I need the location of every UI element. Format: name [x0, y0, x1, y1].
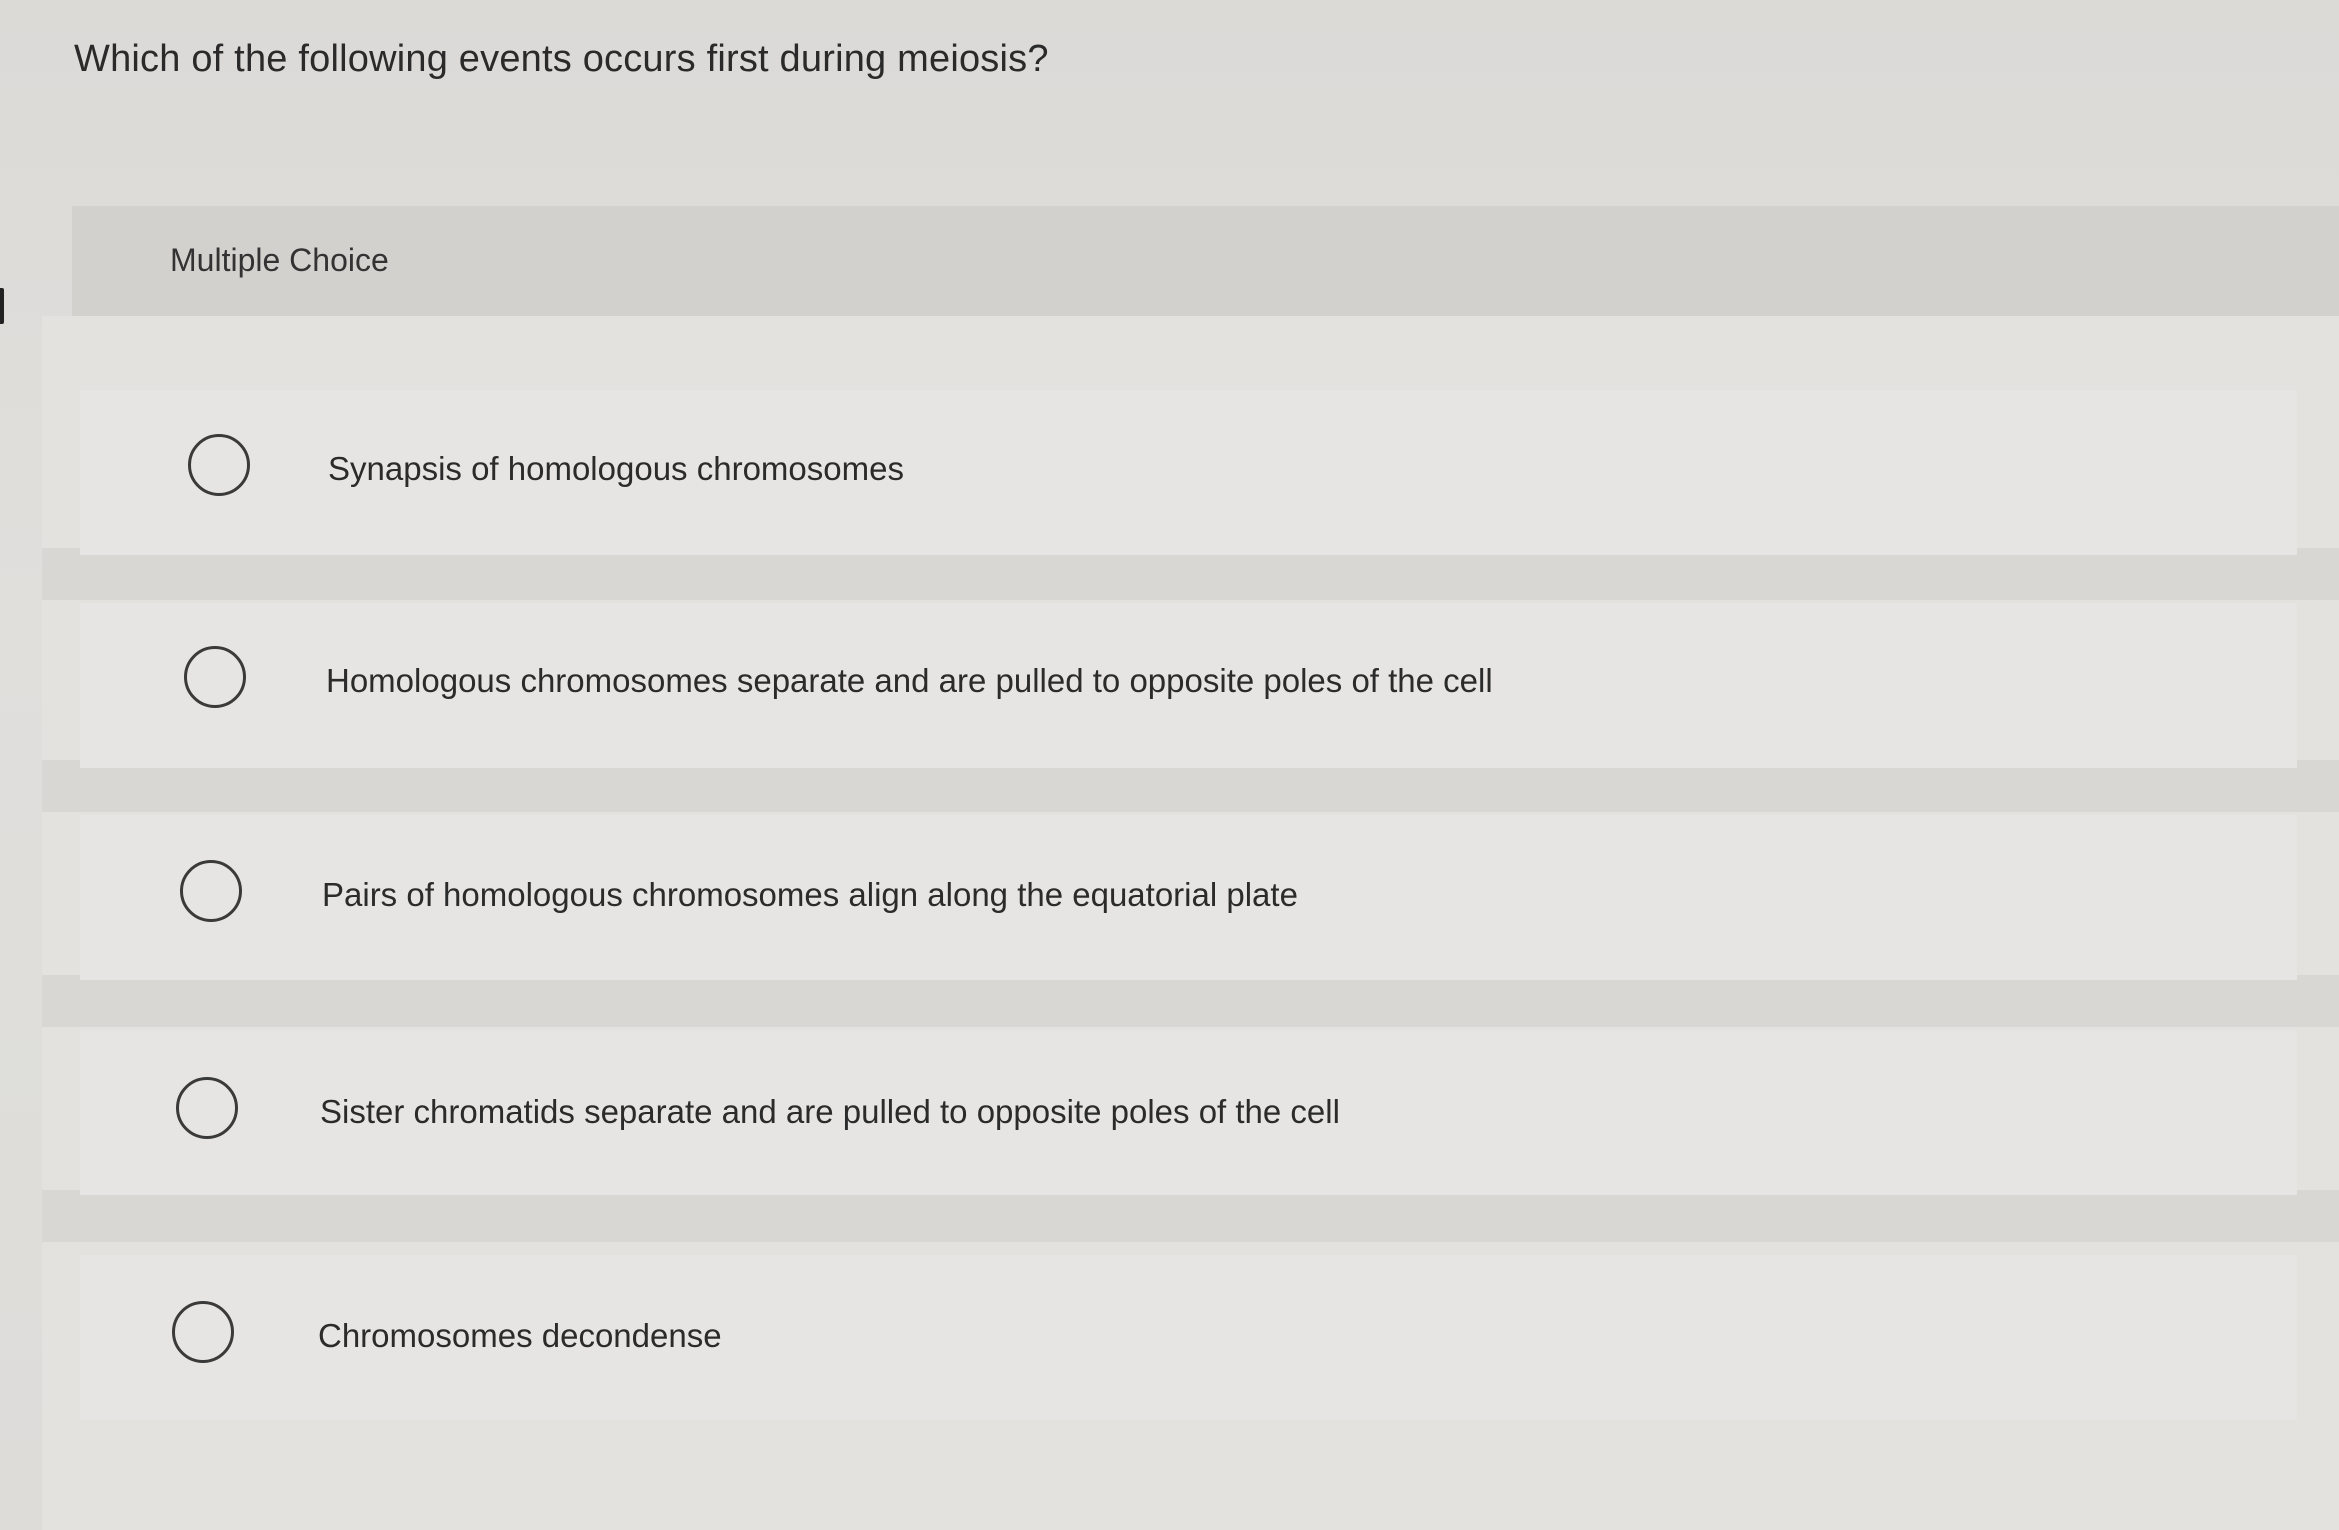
question-type-header: Multiple Choice [72, 206, 2339, 316]
question-text: Which of the following events occurs fir… [74, 38, 1049, 80]
answer-option-label: Synapsis of homologous chromosomes [328, 450, 904, 487]
answer-option-label: Pairs of homologous chromosomes align al… [322, 876, 1298, 913]
scrollbar-edge [0, 288, 4, 324]
answer-option-3[interactable]: Pairs of homologous chromosomes align al… [80, 815, 2297, 980]
answer-option-4[interactable]: Sister chromatids separate and are pulle… [80, 1030, 2297, 1195]
quiz-page: Which of the following events occurs fir… [0, 0, 2339, 1530]
row-divider [42, 548, 2339, 600]
answer-option-label: Sister chromatids separate and are pulle… [320, 1093, 1340, 1130]
radio-unselected-icon[interactable] [180, 860, 242, 922]
radio-unselected-icon[interactable] [184, 646, 246, 708]
answer-option-1[interactable]: Synapsis of homologous chromosomes [80, 390, 2297, 555]
answer-option-5[interactable]: Chromosomes decondense [80, 1255, 2297, 1420]
radio-unselected-icon[interactable] [188, 434, 250, 496]
radio-unselected-icon[interactable] [176, 1077, 238, 1139]
answer-option-label: Chromosomes decondense [318, 1317, 722, 1354]
row-divider [42, 1190, 2339, 1242]
row-divider [42, 975, 2339, 1027]
question-type-label: Multiple Choice [170, 242, 389, 278]
radio-unselected-icon[interactable] [172, 1301, 234, 1363]
answer-option-label: Homologous chromosomes separate and are … [326, 662, 1493, 699]
answer-option-2[interactable]: Homologous chromosomes separate and are … [80, 603, 2297, 768]
